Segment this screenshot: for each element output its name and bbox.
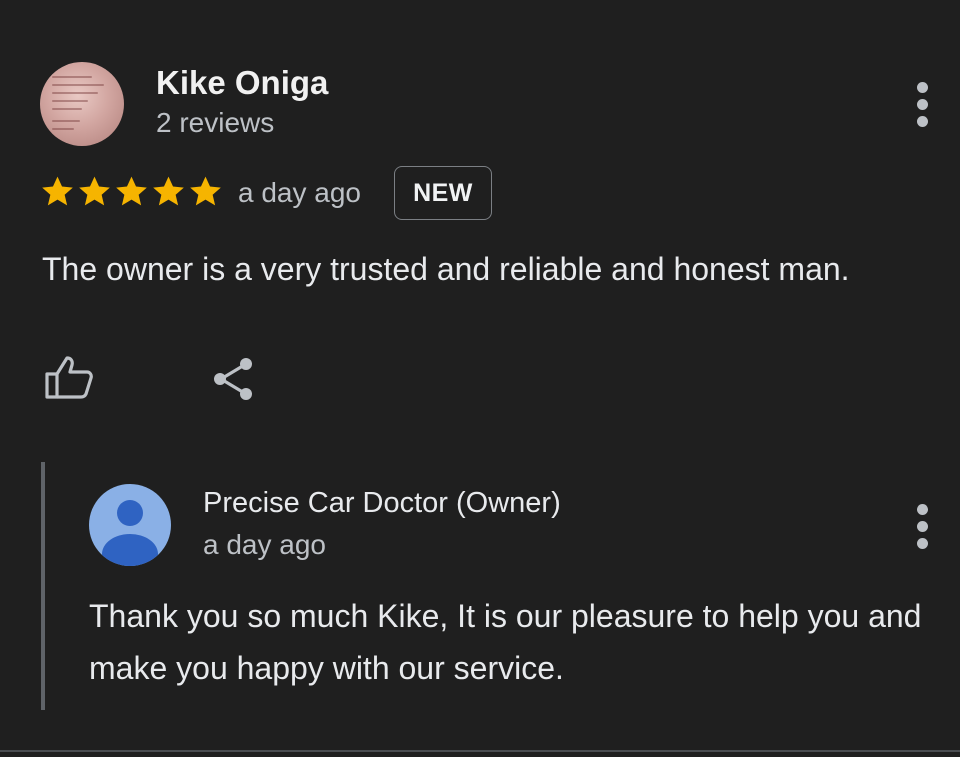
avatar-texture [52,92,98,94]
star-icon [116,176,147,206]
avatar-texture [52,120,80,122]
avatar-texture [52,84,104,86]
person-icon [102,500,158,566]
star-icon [79,176,110,206]
reviewer-name[interactable]: Kike Oniga [156,64,328,102]
star-icon [190,176,221,206]
avatar-texture [52,100,88,102]
reviewer-review-count: 2 reviews [156,107,275,138]
more-vert-icon[interactable] [917,504,929,550]
review-time: a day ago [238,177,361,208]
reply-indent-bar [41,462,45,710]
new-badge: NEW [394,166,492,220]
share-icon[interactable] [212,356,256,402]
avatar-texture [52,128,74,130]
owner-avatar[interactable] [89,484,171,566]
avatar-texture [52,76,92,78]
star-icon [42,176,73,206]
owner-name: Precise Car Doctor (Owner) [203,487,561,519]
more-vert-icon[interactable] [917,82,929,128]
reply-text: Thank you so much Kike, It is our pleasu… [89,598,922,686]
reply-time: a day ago [203,529,326,560]
avatar-texture [52,108,82,110]
divider [0,750,960,752]
star-icon [153,176,184,206]
star-rating [40,174,223,214]
review-text: The owner is a very trusted and reliable… [42,251,850,287]
thumb-up-icon[interactable] [44,354,94,400]
reviewer-avatar[interactable] [40,62,124,146]
